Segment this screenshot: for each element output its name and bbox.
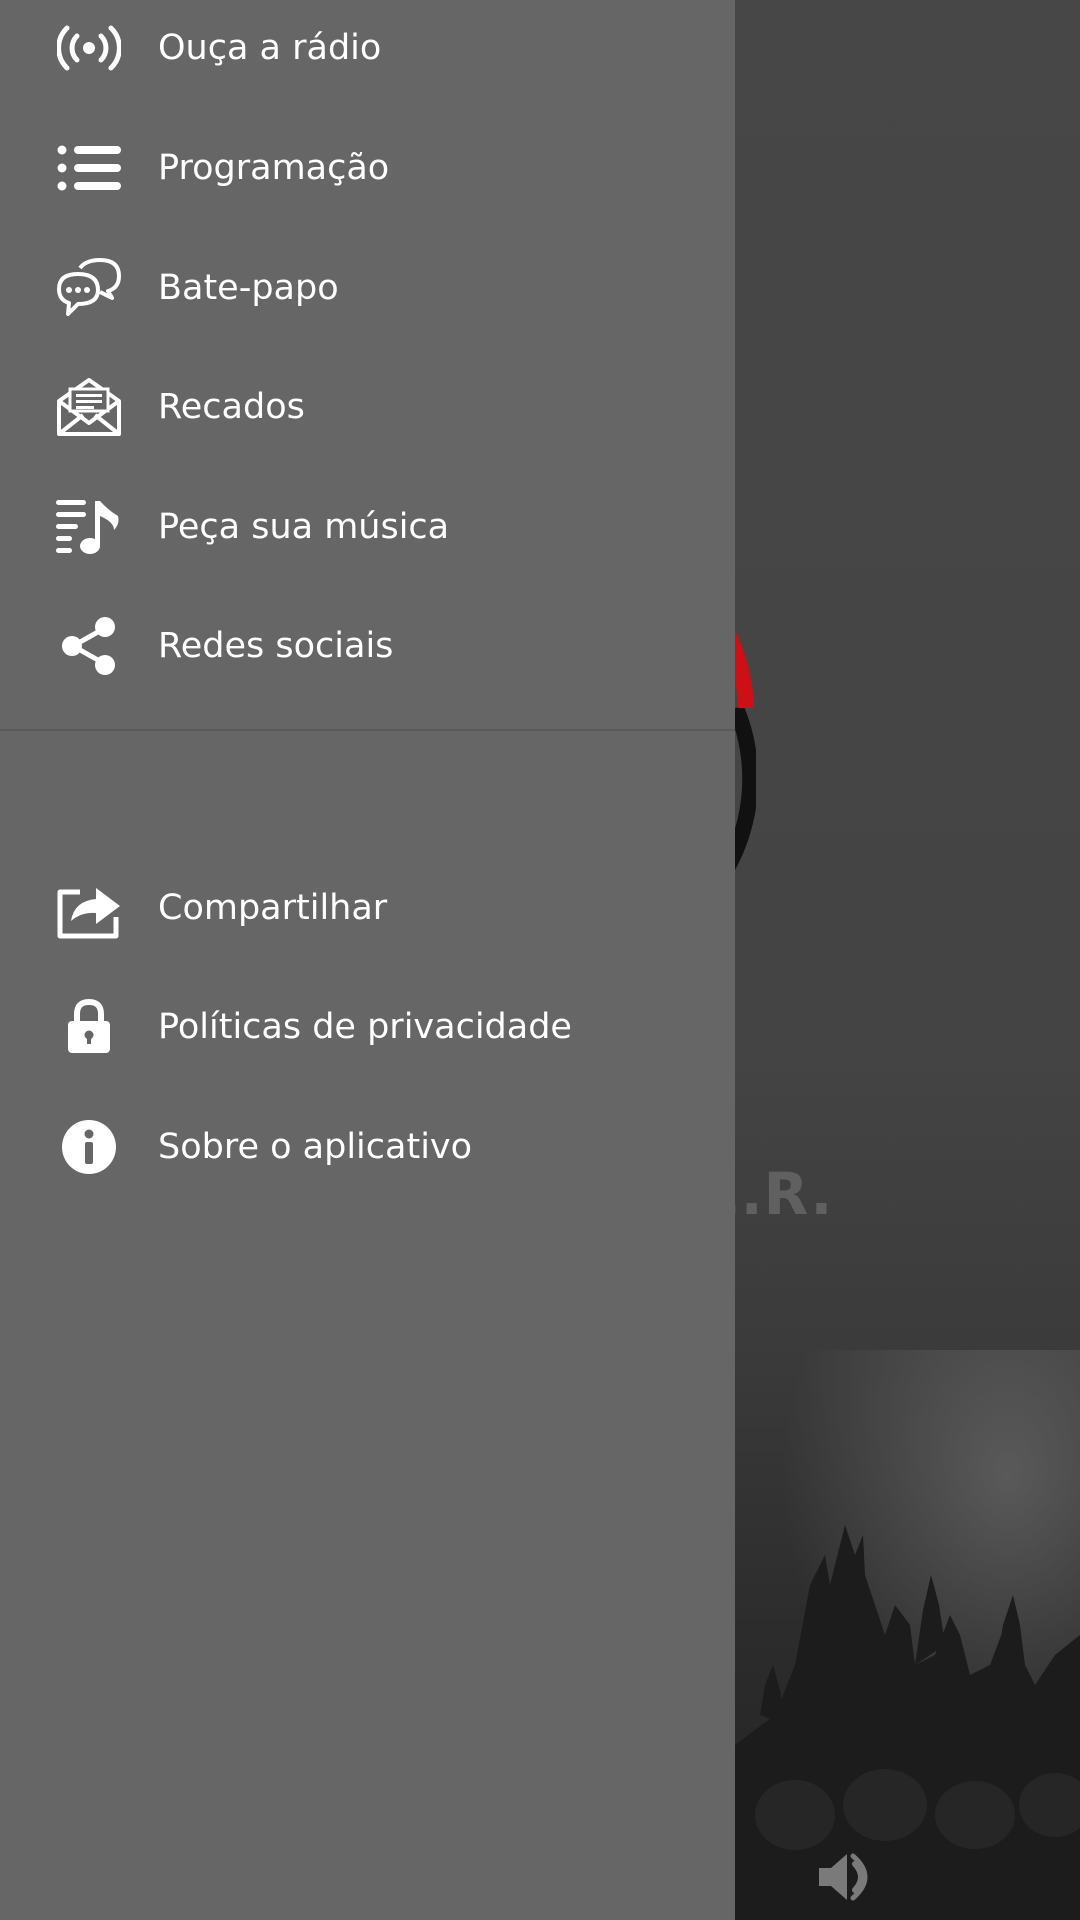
menu-divider (0, 729, 735, 731)
playlist-music-icon (54, 492, 124, 562)
menu-item-recados[interactable]: Recados (0, 357, 735, 457)
menu-label: Redes sociais (158, 626, 394, 666)
chat-bubbles-icon (54, 253, 124, 323)
menu-item-peca-sua-musica[interactable]: Peça sua música (0, 477, 735, 577)
menu-item-compartilhar[interactable]: Compartilhar (0, 858, 735, 958)
menu-label: Sobre o aplicativo (158, 1127, 473, 1167)
menu-item-politicas-de-privacidade[interactable]: Políticas de privacidade (0, 977, 735, 1077)
share-icon (54, 611, 124, 681)
menu-item-redes-sociais[interactable]: Redes sociais (0, 596, 735, 696)
menu-label: Programação (158, 148, 390, 188)
menu-label: Ouça a rádio (158, 28, 382, 68)
menu-label: Bate-papo (158, 268, 339, 308)
share-box-icon (54, 873, 124, 943)
navigation-drawer: Ouça a rádio Programação Bate-papo Recad… (0, 0, 735, 1920)
menu-label: Políticas de privacidade (158, 1007, 572, 1047)
info-icon (54, 1112, 124, 1182)
menu-item-sobre-o-aplicativo[interactable]: Sobre o aplicativo (0, 1097, 735, 1197)
menu-label: Compartilhar (158, 888, 388, 928)
broadcast-icon (54, 13, 124, 83)
menu-label: Peça sua música (158, 507, 450, 547)
list-icon (54, 133, 124, 203)
crowd-silhouette (735, 1525, 1080, 1920)
menu-item-programacao[interactable]: Programação (0, 118, 735, 218)
lock-icon (54, 992, 124, 1062)
menu-item-bate-papo[interactable]: Bate-papo (0, 238, 735, 338)
volume-icon[interactable] (815, 1850, 879, 1904)
menu-item-ouca-a-radio[interactable]: Ouça a rádio (0, 0, 735, 98)
menu-label: Recados (158, 387, 305, 427)
envelope-letter-icon (54, 372, 124, 442)
